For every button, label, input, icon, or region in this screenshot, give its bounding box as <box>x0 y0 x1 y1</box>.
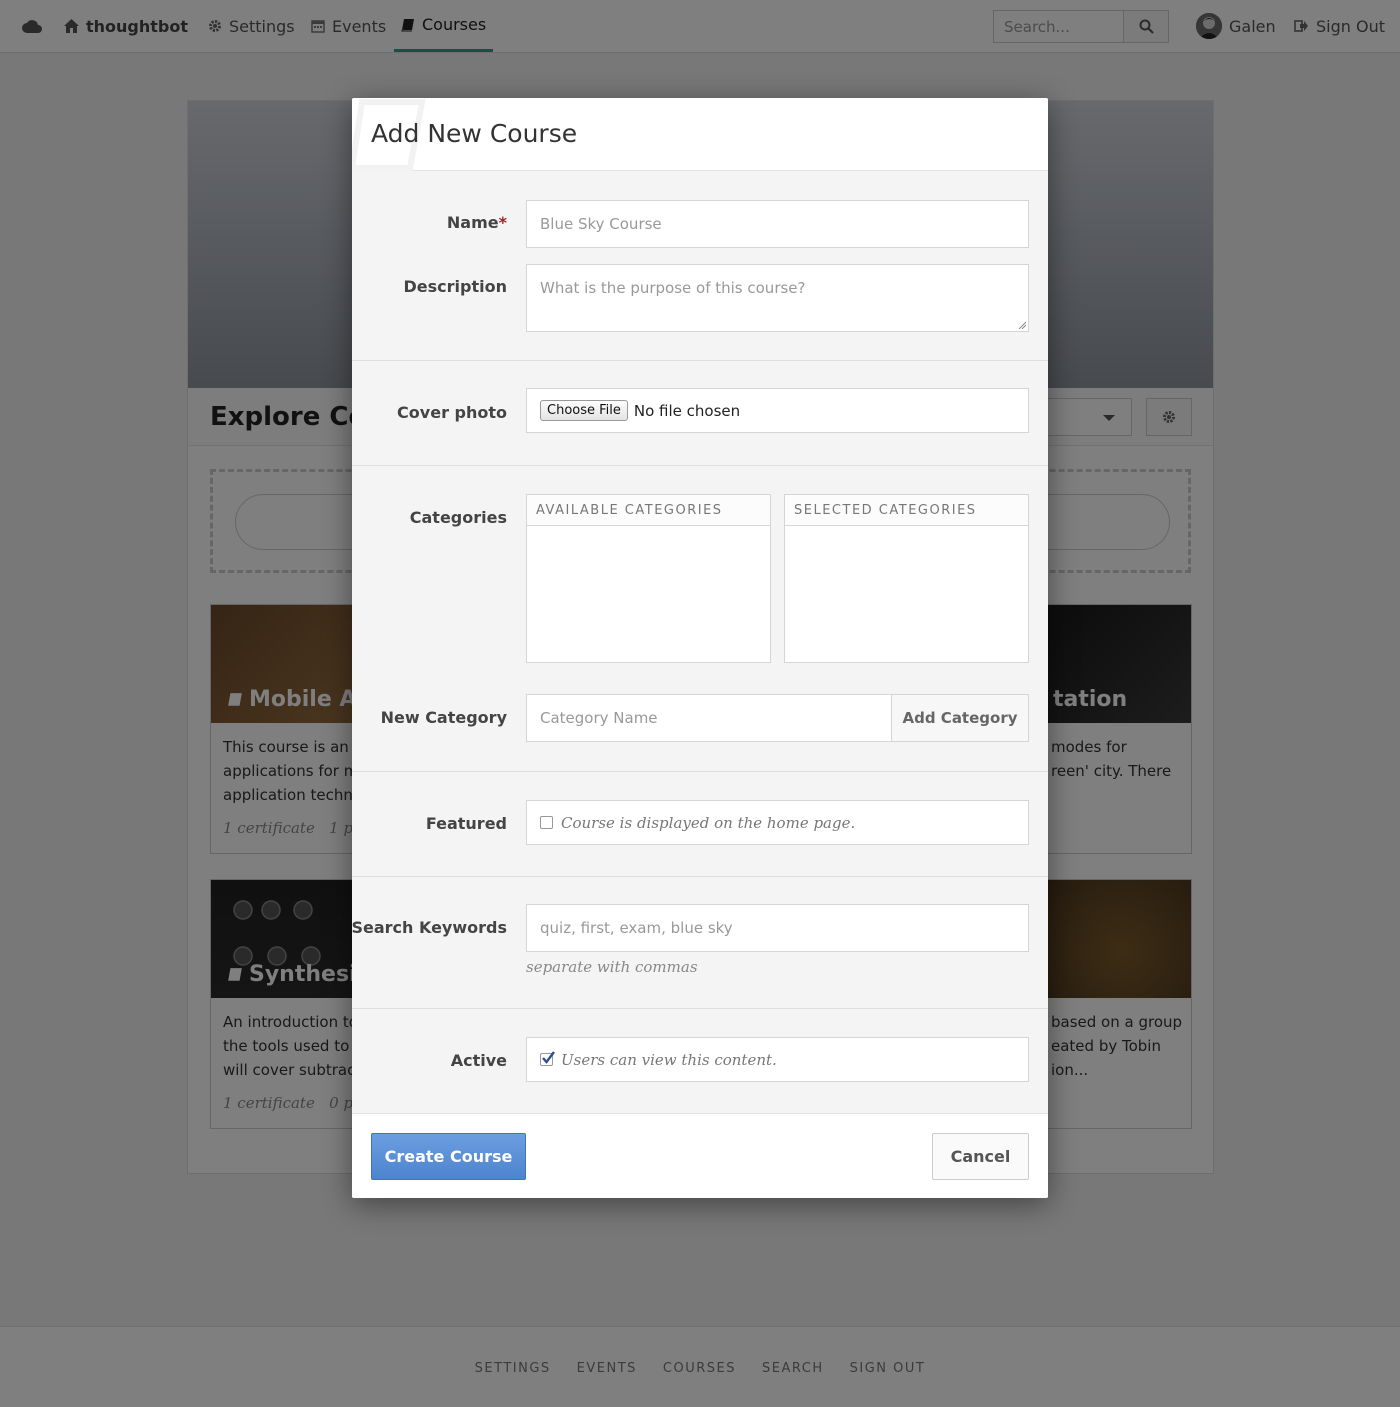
resize-handle-icon[interactable] <box>1018 321 1026 329</box>
cover-photo-label: Cover photo <box>397 403 507 422</box>
cover-photo-file-input[interactable]: Choose File No file chosen <box>526 388 1029 433</box>
basic-info-section: Name* Blue Sky Course Description What i… <box>352 171 1048 361</box>
featured-description: Course is displayed on the home page. <box>561 813 856 832</box>
active-section: Active Users can view this content. <box>352 1009 1048 1114</box>
available-categories-header: AVAILABLE CATEGORIES <box>527 495 770 526</box>
modal-header: Add New Course <box>352 98 1048 171</box>
cover-photo-section: Cover photo Choose File No file chosen <box>352 361 1048 466</box>
featured-checkbox[interactable] <box>540 816 553 829</box>
search-keywords-label: Search Keywords <box>352 918 507 937</box>
featured-label: Featured <box>425 814 507 833</box>
new-category-group: Category Name Add Category <box>526 694 1029 742</box>
modal-title: Add New Course <box>371 119 578 148</box>
active-label: Active <box>450 1051 507 1070</box>
add-category-button[interactable]: Add Category <box>891 695 1028 741</box>
categories-section: Categories AVAILABLE CATEGORIES SELECTED… <box>352 466 1048 772</box>
featured-section: Featured Course is displayed on the home… <box>352 772 1048 877</box>
cancel-button[interactable]: Cancel <box>932 1133 1029 1180</box>
add-course-modal: Add New Course Name* Blue Sky Course Des… <box>352 98 1048 1198</box>
available-categories-list[interactable]: AVAILABLE CATEGORIES <box>526 494 771 663</box>
create-course-button[interactable]: Create Course <box>371 1133 526 1180</box>
keywords-hint: separate with commas <box>526 958 698 976</box>
choose-file-button[interactable]: Choose File <box>540 400 628 421</box>
selected-categories-header: SELECTED CATEGORIES <box>785 495 1028 526</box>
name-input[interactable]: Blue Sky Course <box>526 200 1029 248</box>
keywords-section: Search Keywords quiz, first, exam, blue … <box>352 877 1048 1009</box>
checkmark-icon <box>542 1051 555 1064</box>
description-placeholder: What is the purpose of this course? <box>540 279 806 297</box>
active-checkbox-group: Users can view this content. <box>526 1037 1029 1082</box>
active-description: Users can view this content. <box>561 1050 777 1069</box>
name-label: Name* <box>446 213 507 232</box>
no-file-status: No file chosen <box>633 401 741 420</box>
description-label: Description <box>403 277 507 296</box>
required-marker: * <box>498 213 507 232</box>
search-keywords-input[interactable]: quiz, first, exam, blue sky <box>526 904 1029 952</box>
active-checkbox[interactable] <box>540 1051 555 1066</box>
selected-categories-list[interactable]: SELECTED CATEGORIES <box>784 494 1029 663</box>
description-textarea[interactable]: What is the purpose of this course? <box>526 264 1029 332</box>
featured-checkbox-group: Course is displayed on the home page. <box>526 800 1029 845</box>
category-name-input[interactable]: Category Name <box>540 709 658 727</box>
new-category-label: New Category <box>380 708 507 727</box>
modal-footer: Create Course Cancel <box>352 1114 1048 1198</box>
categories-label: Categories <box>409 508 507 527</box>
